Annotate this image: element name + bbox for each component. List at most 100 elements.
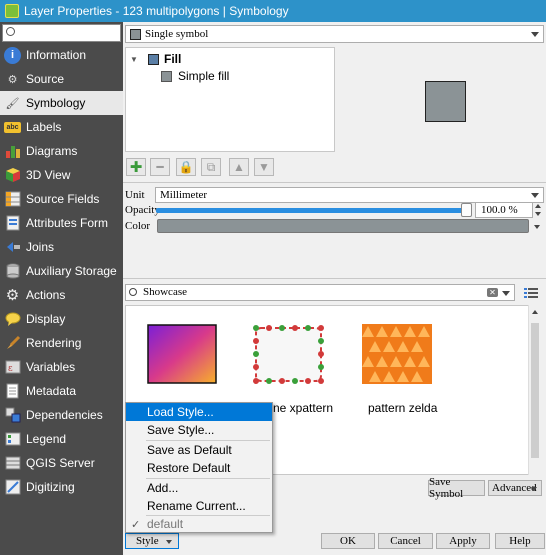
unit-label: Unit — [125, 189, 145, 201]
sidebar-item-source-fields[interactable]: Source Fields — [0, 187, 123, 211]
unit-select[interactable]: Millimeter — [155, 187, 544, 203]
advanced-button[interactable]: Advanced — [488, 480, 542, 496]
duplicate-layer-button[interactable]: ⧉ — [201, 158, 221, 176]
scroll-up-icon[interactable] — [532, 310, 538, 314]
sidebar: i Information ⚙ Source 🖌 Symbology abc L… — [0, 22, 123, 555]
sidebar-item-label: Information — [26, 48, 87, 62]
tree-node-fill[interactable]: ▼ Fill — [130, 52, 181, 66]
menu-item-label: Rename Current... — [147, 499, 246, 513]
style-thumb-gradient[interactable] — [147, 324, 217, 384]
ok-button[interactable]: OK — [321, 533, 375, 549]
chevron-down-icon — [531, 487, 537, 491]
menu-item-rename-current[interactable]: Rename Current... — [126, 497, 272, 515]
wrench-icon: ⚙ — [7, 73, 18, 86]
menu-item-label: Save Style... — [147, 423, 215, 437]
menu-item-label: default — [147, 517, 184, 531]
symbol-preview — [425, 81, 466, 122]
sidebar-item-3d-view[interactable]: 3D View — [0, 163, 123, 187]
sidebar-item-label: Legend — [26, 432, 67, 446]
window-title: Layer Properties - 123 multipolygons | S… — [24, 4, 289, 18]
sidebar-search-input[interactable] — [19, 25, 117, 41]
style-menu: Load Style... Save Style... Save as Defa… — [125, 402, 273, 533]
sidebar-search[interactable] — [2, 24, 121, 42]
sidebar-item-labels[interactable]: abc Labels — [0, 115, 123, 139]
sidebar-item-actions[interactable]: ⚙ Actions — [0, 283, 123, 307]
sidebar-item-diagrams[interactable]: Diagrams — [0, 139, 123, 163]
style-library-search[interactable]: Showcase ✕ — [125, 284, 515, 301]
tree-node-label: Simple fill — [178, 69, 230, 83]
sidebar-item-label: Source — [26, 72, 65, 86]
chevron-down-icon[interactable] — [502, 291, 510, 296]
arrow-up-icon: ▲ — [233, 160, 245, 174]
digitizing-icon — [4, 479, 21, 496]
color-button[interactable] — [157, 219, 529, 233]
sidebar-item-label: Source Fields — [26, 192, 100, 206]
menu-item-save-as-default[interactable]: Save as Default — [126, 441, 272, 459]
move-down-button[interactable]: ▼ — [254, 158, 274, 176]
variables-icon: ε — [4, 359, 21, 376]
sidebar-item-legend[interactable]: Legend — [0, 427, 123, 451]
sidebar-item-dependencies[interactable]: Dependencies — [0, 403, 123, 427]
renderer-select[interactable]: Single symbol — [125, 25, 544, 43]
menu-item-load-style[interactable]: Load Style... — [126, 403, 272, 421]
help-button[interactable]: Help — [495, 533, 545, 549]
style-thumb-xpattern[interactable] — [251, 324, 324, 384]
library-options-button[interactable] — [519, 284, 543, 301]
sidebar-item-joins[interactable]: Joins — [0, 235, 123, 259]
collapse-arrow-icon[interactable]: ▼ — [130, 55, 142, 64]
single-symbol-icon — [130, 28, 141, 40]
save-symbol-button[interactable]: Save Symbol — [428, 476, 485, 500]
list-options-icon — [524, 287, 538, 298]
menu-item-default[interactable]: ✓ default — [126, 515, 272, 533]
scrollbar-thumb[interactable] — [531, 323, 539, 458]
fields-table-icon — [4, 191, 21, 208]
style-thumb-pattern-zelda[interactable] — [362, 324, 432, 384]
advanced-button-label: Advanced — [492, 482, 537, 494]
sidebar-item-label: Labels — [26, 120, 62, 134]
menu-item-restore-default[interactable]: Restore Default — [126, 459, 272, 477]
sidebar-item-attributes-form[interactable]: Attributes Form — [0, 211, 123, 235]
style-library-search-value: Showcase — [143, 286, 187, 298]
color-dropdown-icon[interactable] — [534, 225, 540, 229]
opacity-spinbox[interactable]: 100.0 % — [475, 202, 533, 218]
tree-node-simple-fill[interactable]: Simple fill — [161, 69, 229, 83]
clear-icon[interactable]: ✕ — [487, 288, 498, 297]
join-icon — [4, 239, 21, 256]
opacity-slider-track[interactable] — [156, 208, 468, 213]
sidebar-item-metadata[interactable]: Metadata — [0, 379, 123, 403]
sidebar-item-display[interactable]: Display — [0, 307, 123, 331]
cancel-button[interactable]: Cancel — [378, 533, 433, 549]
sidebar-item-label: Dependencies — [26, 408, 103, 422]
spin-down-icon[interactable] — [534, 212, 541, 216]
brush-icon — [4, 335, 21, 352]
sidebar-item-label: Metadata — [26, 384, 77, 398]
bar-chart-icon — [4, 143, 21, 160]
menu-item-add[interactable]: Add... — [126, 479, 272, 497]
sidebar-item-label: 3D View — [26, 168, 71, 182]
sidebar-item-symbology[interactable]: 🖌 Symbology — [0, 91, 123, 115]
menu-item-label: Add... — [147, 481, 179, 495]
lock-layer-button[interactable]: 🔒 — [176, 158, 196, 176]
opacity-slider-handle[interactable] — [461, 203, 472, 217]
style-button[interactable]: Style — [125, 533, 179, 549]
spin-up-icon[interactable] — [534, 204, 541, 208]
sidebar-item-information[interactable]: i Information — [0, 43, 123, 67]
sidebar-item-source[interactable]: ⚙ Source — [0, 67, 123, 91]
sidebar-item-label: Symbology — [26, 96, 86, 110]
sidebar-item-qgis-server[interactable]: QGIS Server — [0, 451, 123, 475]
add-layer-button[interactable]: ✚ — [126, 158, 146, 176]
speech-bubble-icon — [4, 311, 21, 328]
divider — [123, 182, 546, 183]
sidebar-item-auxiliary-storage[interactable]: Auxiliary Storage — [0, 259, 123, 283]
gallery-scrollbar[interactable] — [528, 305, 541, 475]
sidebar-item-digitizing[interactable]: Digitizing — [0, 475, 123, 499]
server-icon — [4, 455, 21, 472]
apply-button[interactable]: Apply — [436, 533, 490, 549]
opacity-spin-buttons[interactable] — [532, 202, 543, 218]
sidebar-item-rendering[interactable]: Rendering — [0, 331, 123, 355]
remove-layer-button[interactable]: ━ — [150, 158, 170, 176]
menu-item-label: Save as Default — [147, 443, 232, 457]
menu-item-save-style[interactable]: Save Style... — [126, 421, 272, 439]
move-up-button[interactable]: ▲ — [229, 158, 249, 176]
sidebar-item-variables[interactable]: ε Variables — [0, 355, 123, 379]
